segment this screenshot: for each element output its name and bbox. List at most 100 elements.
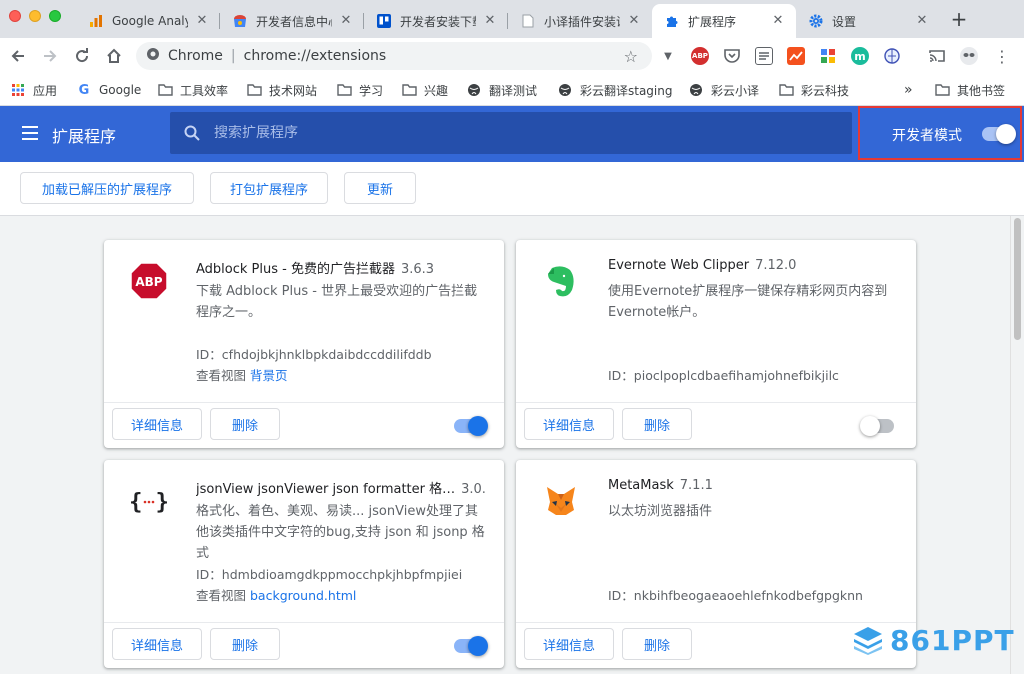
menu-kebab-button[interactable]: ⋮ (990, 44, 1014, 68)
enable-toggle[interactable] (454, 416, 488, 436)
address-bar[interactable]: Chrome | chrome://extensions ☆ (136, 42, 652, 70)
chrome-logo-icon (146, 47, 160, 65)
background-page-link[interactable]: background.html (250, 588, 356, 603)
arrow-left-icon (11, 50, 24, 62)
bookmark-label: 翻译测试 (489, 83, 538, 98)
tab-label: 小译插件安装说 (544, 14, 620, 29)
close-icon[interactable]: ✕ (194, 13, 210, 29)
close-icon[interactable]: ✕ (770, 13, 786, 29)
bookmark-apps[interactable]: 应用 (10, 80, 57, 100)
extension-id: ID：hdmbdioamgdkppmocchpkjhbpfmpjiei (196, 567, 463, 582)
inspect-views: 查看视图 background.html (196, 588, 357, 603)
reader-icon[interactable] (755, 47, 773, 65)
tab-install-download[interactable]: 开发者安装下载 ✕ (364, 4, 508, 38)
forward-button[interactable] (38, 44, 62, 68)
extension-card-jsonview: { } jsonView jsonViewer json formatter 格… (104, 460, 504, 668)
remove-button[interactable]: 删除 (210, 628, 280, 660)
inspect-views: 查看视图 背景页 (196, 368, 288, 383)
tab-plugin-install-guide[interactable]: 小译插件安装说 ✕ (508, 4, 652, 38)
bookmark-folder-tech[interactable]: 技术网站 (246, 80, 317, 100)
evernote-elephant-icon (540, 260, 582, 302)
search-input[interactable] (214, 125, 814, 141)
close-icon[interactable]: ✕ (482, 13, 498, 29)
pack-extension-button[interactable]: 打包扩展程序 (210, 172, 328, 204)
details-button[interactable]: 详细信息 (524, 628, 614, 660)
bookmark-label: Google (99, 83, 142, 97)
extension-id: ID：pioclpoplcdbaefihamjohnefbikjilc (608, 368, 839, 383)
metamask-m-icon[interactable]: m (851, 47, 869, 65)
apps-colorful-icon[interactable] (819, 47, 837, 65)
tab-developer-dashboard[interactable]: 开发者信息中心 ✕ (220, 4, 364, 38)
scrollbar-thumb[interactable] (1014, 218, 1021, 340)
pocket-icon[interactable] (723, 47, 741, 65)
cast-icon (929, 50, 945, 62)
trend-chart-icon[interactable] (787, 47, 805, 65)
bookmark-folder-tools[interactable]: 工具效率 (157, 80, 228, 100)
window-close-button[interactable] (9, 10, 21, 22)
watermark-text: 861PPT (890, 623, 1015, 657)
tab-label: 开发者安装下载 (400, 14, 476, 29)
watermark: 861PPT (852, 622, 1015, 658)
bookmark-label: 彩云翻译staging (580, 83, 673, 98)
back-button[interactable] (6, 44, 30, 68)
details-button[interactable]: 详细信息 (112, 628, 202, 660)
bookmark-folder-interest[interactable]: 兴趣 (401, 80, 448, 100)
cast-button[interactable] (925, 44, 949, 68)
window-zoom-button[interactable] (49, 10, 61, 22)
close-icon[interactable]: ✕ (914, 13, 930, 29)
bookmark-caiyun-xiaoyi[interactable]: 彩云小译 (688, 80, 759, 100)
globe-icon (688, 82, 704, 98)
profile-avatar[interactable] (957, 44, 981, 68)
window-minimize-button[interactable] (29, 10, 41, 22)
update-button[interactable]: 更新 (344, 172, 416, 204)
search-bar[interactable] (170, 112, 852, 154)
extension-version: 7.1.1 (679, 478, 713, 493)
extension-description: 以太坊浏览器插件 (608, 504, 713, 519)
bookmark-star-icon[interactable]: ☆ (624, 47, 638, 66)
remove-button[interactable]: 删除 (210, 408, 280, 440)
bookmarks-overflow-button[interactable]: » (904, 80, 913, 100)
other-bookmarks[interactable]: 其他书签 (934, 80, 1005, 100)
developer-mode-toggle[interactable] (982, 124, 1016, 144)
tab-google-analytics[interactable]: Google Analyt ✕ (76, 4, 220, 38)
details-button[interactable]: 详细信息 (524, 408, 614, 440)
apps-grid-icon (10, 82, 26, 98)
bookmark-folder-study[interactable]: 学习 (336, 80, 383, 100)
extension-name: Adblock Plus - 免费的广告拦截器 3.6.3 (196, 262, 435, 277)
url-text[interactable]: chrome://extensions (244, 48, 387, 64)
home-button[interactable] (102, 44, 126, 68)
bookmark-translate-test[interactable]: 翻译测试 (466, 80, 537, 100)
bookmark-label: 彩云科技 (801, 83, 850, 98)
folder-icon (934, 82, 950, 98)
reload-button[interactable] (70, 44, 94, 68)
folder-icon (336, 82, 352, 98)
extensions-dropdown-button[interactable]: ▼ (656, 44, 680, 68)
translate-globe-icon[interactable] (883, 47, 901, 65)
bookmark-label: 应用 (33, 83, 58, 98)
tab-settings[interactable]: 设置 ✕ (796, 4, 940, 38)
page-scrollbar[interactable] (1010, 216, 1024, 674)
new-tab-button[interactable]: + (948, 8, 970, 30)
tab-label: 开发者信息中心 (256, 14, 332, 29)
load-unpacked-button[interactable]: 加载已解压的扩展程序 (20, 172, 194, 204)
menu-icon[interactable] (22, 126, 38, 140)
bookmark-label: 学习 (359, 83, 384, 98)
close-icon[interactable]: ✕ (626, 13, 642, 29)
remove-button[interactable]: 删除 (622, 628, 692, 660)
enable-toggle[interactable] (454, 636, 488, 656)
details-button[interactable]: 详细信息 (112, 408, 202, 440)
folder-icon (401, 82, 417, 98)
adblock-toolbar-icon[interactable]: ABP (691, 47, 709, 65)
bookmark-google[interactable]: G Google (76, 80, 142, 100)
close-icon[interactable]: ✕ (338, 13, 354, 29)
extension-id: ID：nkbihfbeogaeaoehlefnkodbefgpgknn (608, 588, 863, 603)
extension-version: 3.6.3 (400, 262, 435, 277)
tab-extensions[interactable]: 扩展程序 ✕ (652, 4, 796, 38)
page-title: 扩展程序 (52, 127, 117, 146)
browser-toolbar: Chrome | chrome://extensions ☆ ▼ ABP m ⋮ (0, 38, 1024, 74)
bookmark-caiyun-staging[interactable]: 彩云翻译staging (557, 80, 673, 100)
bookmark-folder-caiyun-tech[interactable]: 彩云科技 (778, 80, 849, 100)
remove-button[interactable]: 删除 (622, 408, 692, 440)
background-page-link[interactable]: 背景页 (250, 368, 288, 383)
enable-toggle[interactable] (860, 416, 894, 436)
